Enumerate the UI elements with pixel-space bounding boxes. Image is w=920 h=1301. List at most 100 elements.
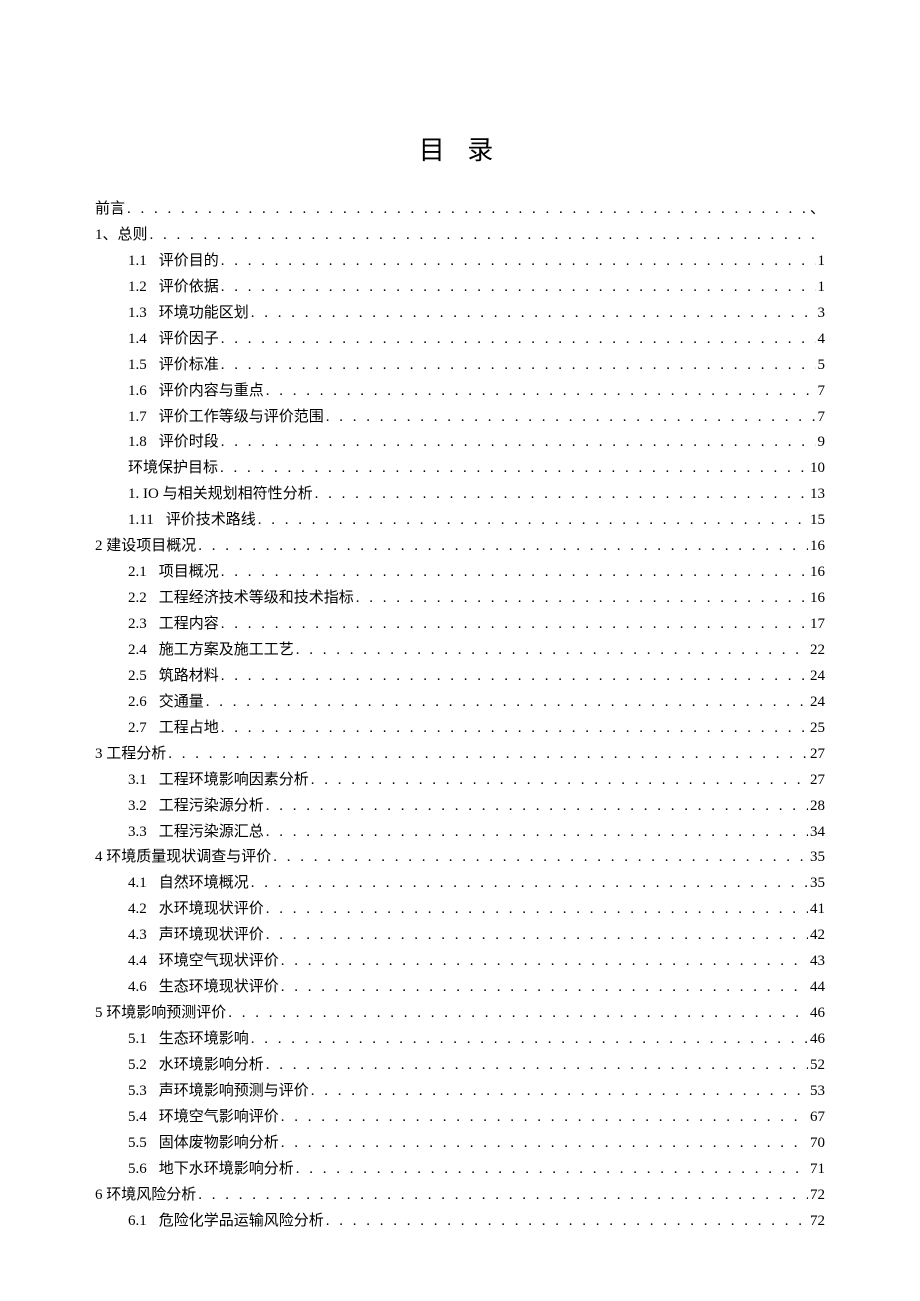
toc-entry-page: 27 bbox=[810, 768, 825, 794]
toc-entry-page: 72 bbox=[810, 1183, 825, 1209]
toc-entry-label: 前言 bbox=[95, 197, 125, 223]
toc-entry: 2.4施工方案及施工工艺22 bbox=[95, 638, 825, 664]
toc-entry: 6 环境风险分析72 bbox=[95, 1183, 825, 1209]
toc-entry-number: 5.6 bbox=[128, 1157, 147, 1183]
toc-entry-label: 环境功能区划 bbox=[159, 301, 249, 327]
toc-entry: 5.2水环境影响分析52 bbox=[95, 1053, 825, 1079]
toc-entry-page: 28 bbox=[810, 794, 825, 820]
toc-leader-dots bbox=[251, 301, 816, 327]
toc-entry-page: 70 bbox=[810, 1131, 825, 1157]
toc-leader-dots bbox=[221, 560, 808, 586]
toc-entry-label: 2 建设项目概况 bbox=[95, 534, 196, 560]
toc-entry-number: 4.2 bbox=[128, 897, 147, 923]
toc-entry: 4.4环境空气现状评价43 bbox=[95, 949, 825, 975]
toc-entry: 2.3工程内容17 bbox=[95, 612, 825, 638]
toc-entry-page: 3 bbox=[818, 301, 826, 327]
toc-entry-page: 24 bbox=[810, 664, 825, 690]
toc-entry-page: 16 bbox=[810, 534, 825, 560]
toc-entry-number: 3.1 bbox=[128, 768, 147, 794]
toc-leader-dots bbox=[228, 1001, 808, 1027]
toc-leader-dots bbox=[266, 1053, 808, 1079]
toc-entry-page: 72 bbox=[810, 1209, 825, 1235]
toc-entry: 5 环境影响预测评价46 bbox=[95, 1001, 825, 1027]
toc-entry-page: 46 bbox=[810, 1027, 825, 1053]
toc-entry-label: 4 环境质量现状调查与评价 bbox=[95, 845, 271, 871]
toc-entry-label: 自然环境概况 bbox=[159, 871, 249, 897]
toc-leader-dots bbox=[311, 768, 808, 794]
toc-entry: 1.5评价标准5 bbox=[95, 353, 825, 379]
toc-entry: 2.5筑路材料24 bbox=[95, 664, 825, 690]
toc-entry-page: 9 bbox=[818, 430, 826, 456]
toc-entry-page: 44 bbox=[810, 975, 825, 1001]
toc-entry: 3.3工程污染源汇总34 bbox=[95, 820, 825, 846]
toc-leader-dots bbox=[281, 1105, 808, 1131]
toc-leader-dots bbox=[220, 456, 808, 482]
toc-entry-number: 1.4 bbox=[128, 327, 147, 353]
toc-leader-dots bbox=[251, 1027, 808, 1053]
toc-entry-page: 22 bbox=[810, 638, 825, 664]
toc-entry-page: 24 bbox=[810, 690, 825, 716]
toc-entry-page: 1 bbox=[818, 275, 826, 301]
toc-entry-label: 1、总则 bbox=[95, 223, 148, 249]
toc-entry-number: 1.2 bbox=[128, 275, 147, 301]
toc-leader-dots bbox=[221, 327, 816, 353]
toc-leader-dots bbox=[311, 1079, 808, 1105]
toc-entry: 4.1自然环境概况35 bbox=[95, 871, 825, 897]
toc-entry-page: 5 bbox=[818, 353, 826, 379]
toc-leader-dots bbox=[356, 586, 808, 612]
toc-entry: 1.11 评价技术路线 15 bbox=[95, 508, 825, 534]
toc-entry: 5.4环境空气影响评价67 bbox=[95, 1105, 825, 1131]
toc-entry-number: 5.4 bbox=[128, 1105, 147, 1131]
toc-entry: 1.2评价依据1 bbox=[95, 275, 825, 301]
toc-entry-page: 27 bbox=[810, 742, 825, 768]
toc-entry-label: 生态环境影响 bbox=[159, 1027, 249, 1053]
toc-entry-page: 7 bbox=[818, 379, 826, 405]
toc-entry-page: 16 bbox=[810, 586, 825, 612]
toc-entry-page: 4 bbox=[818, 327, 826, 353]
toc-leader-dots bbox=[296, 638, 808, 664]
toc-entry: 1.4 评价因子 4 bbox=[95, 327, 825, 353]
toc-entry-number: 1.11 bbox=[128, 508, 154, 534]
toc-entry: 5.5固体废物影响分析70 bbox=[95, 1131, 825, 1157]
toc-entry-label: 工程污染源汇总 bbox=[159, 820, 264, 846]
toc-leader-dots bbox=[198, 534, 808, 560]
toc-entry-page: 41 bbox=[810, 897, 825, 923]
toc-entry: 3 工程分析27 bbox=[95, 742, 825, 768]
toc-leader-dots bbox=[326, 405, 816, 431]
toc-leader-dots bbox=[221, 275, 816, 301]
toc-entry-page: 42 bbox=[810, 923, 825, 949]
toc-entry: 1.7评价工作等级与评价范围7 bbox=[95, 405, 825, 431]
toc-entry-page: 25 bbox=[810, 716, 825, 742]
toc-entry-page: 15 bbox=[810, 508, 825, 534]
toc-leader-dots bbox=[266, 923, 808, 949]
toc-leader-dots bbox=[168, 742, 808, 768]
toc-entry-number: 2.6 bbox=[128, 690, 147, 716]
toc-entry: 1、总则 bbox=[95, 223, 825, 249]
toc-entry-page: 43 bbox=[810, 949, 825, 975]
page-title: 目 录 bbox=[95, 130, 825, 167]
toc-entry: 3.1工程环境影响因素分析27 bbox=[95, 768, 825, 794]
toc-entry: 1.3环境功能区划3 bbox=[95, 301, 825, 327]
toc-entry-number: 5.1 bbox=[128, 1027, 147, 1053]
toc-entry: 2.6交通量24 bbox=[95, 690, 825, 716]
toc-entry-number: 2.5 bbox=[128, 664, 147, 690]
toc-entry-label: 评价技术路线 bbox=[166, 508, 256, 534]
toc-entry-page: 17 bbox=[810, 612, 825, 638]
toc-entry-page: 46 bbox=[810, 1001, 825, 1027]
toc-entry-number: 3.2 bbox=[128, 794, 147, 820]
toc-leader-dots bbox=[206, 690, 808, 716]
toc-entry-label: 评价因子 bbox=[159, 327, 219, 353]
toc-entry-page: 1 bbox=[818, 249, 826, 275]
toc-leader-dots bbox=[281, 1131, 808, 1157]
toc-leader-dots bbox=[221, 612, 808, 638]
toc-entry-label: 施工方案及施工工艺 bbox=[159, 638, 294, 664]
toc-entry-number: 5.3 bbox=[128, 1079, 147, 1105]
toc-entry-number: 4.1 bbox=[128, 871, 147, 897]
toc-entry-page: 34 bbox=[810, 820, 825, 846]
toc-entry-label: 环境保护目标 bbox=[128, 456, 218, 482]
toc-entry: 环境保护目标10 bbox=[95, 456, 825, 482]
toc-leader-dots bbox=[198, 1183, 808, 1209]
toc-entry-number: 1.7 bbox=[128, 405, 147, 431]
toc-entry: 1. IO 与相关规划相符性分析13 bbox=[95, 482, 825, 508]
toc-leader-dots bbox=[221, 430, 816, 456]
